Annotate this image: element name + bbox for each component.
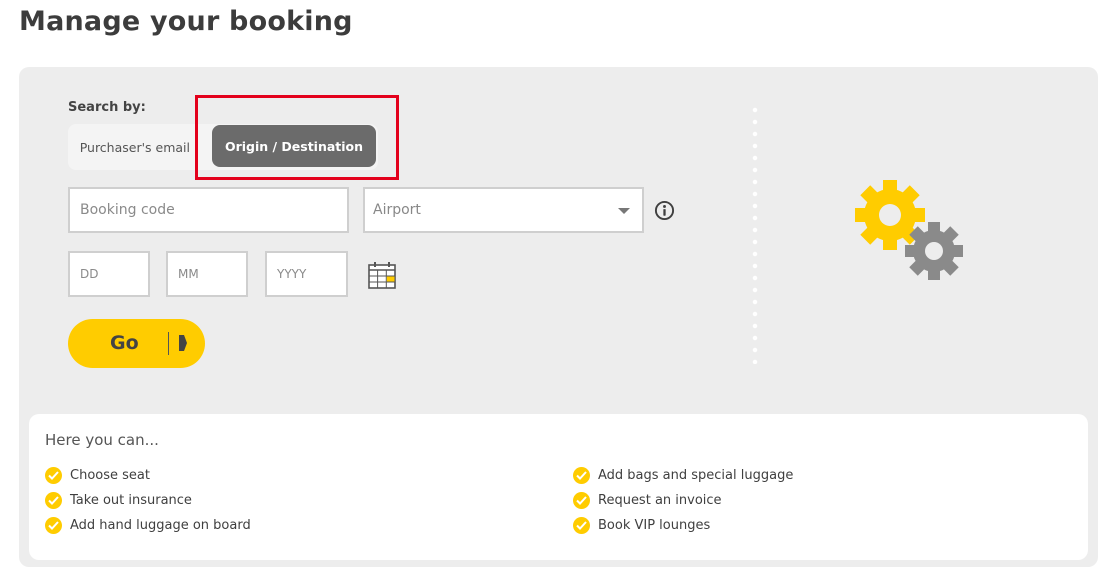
feature-item: Request an invoice bbox=[573, 492, 722, 509]
feature-item-label: Add hand luggage on board bbox=[70, 518, 251, 533]
chevron-down-icon bbox=[618, 208, 630, 214]
calendar-icon[interactable] bbox=[368, 261, 396, 289]
highlight-box bbox=[195, 95, 399, 180]
feature-item: Add bags and special luggage bbox=[573, 467, 793, 484]
page-title: Manage your booking bbox=[19, 6, 353, 37]
features-title: Here you can... bbox=[45, 431, 159, 449]
gears-icon bbox=[855, 180, 963, 280]
search-by-label: Search by: bbox=[68, 100, 146, 115]
check-icon bbox=[45, 517, 62, 534]
feature-item: Choose seat bbox=[45, 467, 150, 484]
check-icon bbox=[45, 467, 62, 484]
go-button-separator bbox=[168, 332, 169, 355]
check-icon bbox=[573, 517, 590, 534]
feature-item: Take out insurance bbox=[45, 492, 192, 509]
booking-code-input[interactable] bbox=[68, 187, 349, 233]
go-button[interactable]: Go bbox=[68, 319, 205, 368]
airport-select-placeholder: Airport bbox=[373, 202, 421, 218]
go-button-label: Go bbox=[110, 332, 139, 354]
dotted-divider bbox=[752, 104, 758, 364]
feature-item: Book VIP lounges bbox=[573, 517, 710, 534]
airport-select[interactable]: Airport bbox=[363, 187, 644, 233]
feature-item-label: Book VIP lounges bbox=[598, 518, 711, 533]
toggle-purchaser-email[interactable]: Purchaser's email bbox=[68, 124, 204, 170]
info-icon[interactable] bbox=[654, 200, 675, 221]
feature-item-label: Add bags and special luggage bbox=[598, 468, 794, 483]
feature-item-label: Take out insurance bbox=[70, 493, 192, 508]
month-input[interactable] bbox=[166, 251, 248, 297]
feature-item-label: Choose seat bbox=[70, 468, 150, 483]
check-icon bbox=[573, 492, 590, 509]
day-input[interactable] bbox=[68, 251, 150, 297]
feature-item: Add hand luggage on board bbox=[45, 517, 251, 534]
year-input[interactable] bbox=[265, 251, 348, 297]
play-arrow-icon bbox=[179, 335, 187, 351]
check-icon bbox=[573, 467, 590, 484]
check-icon bbox=[45, 492, 62, 509]
features-panel bbox=[29, 414, 1088, 560]
feature-item-label: Request an invoice bbox=[598, 493, 722, 508]
